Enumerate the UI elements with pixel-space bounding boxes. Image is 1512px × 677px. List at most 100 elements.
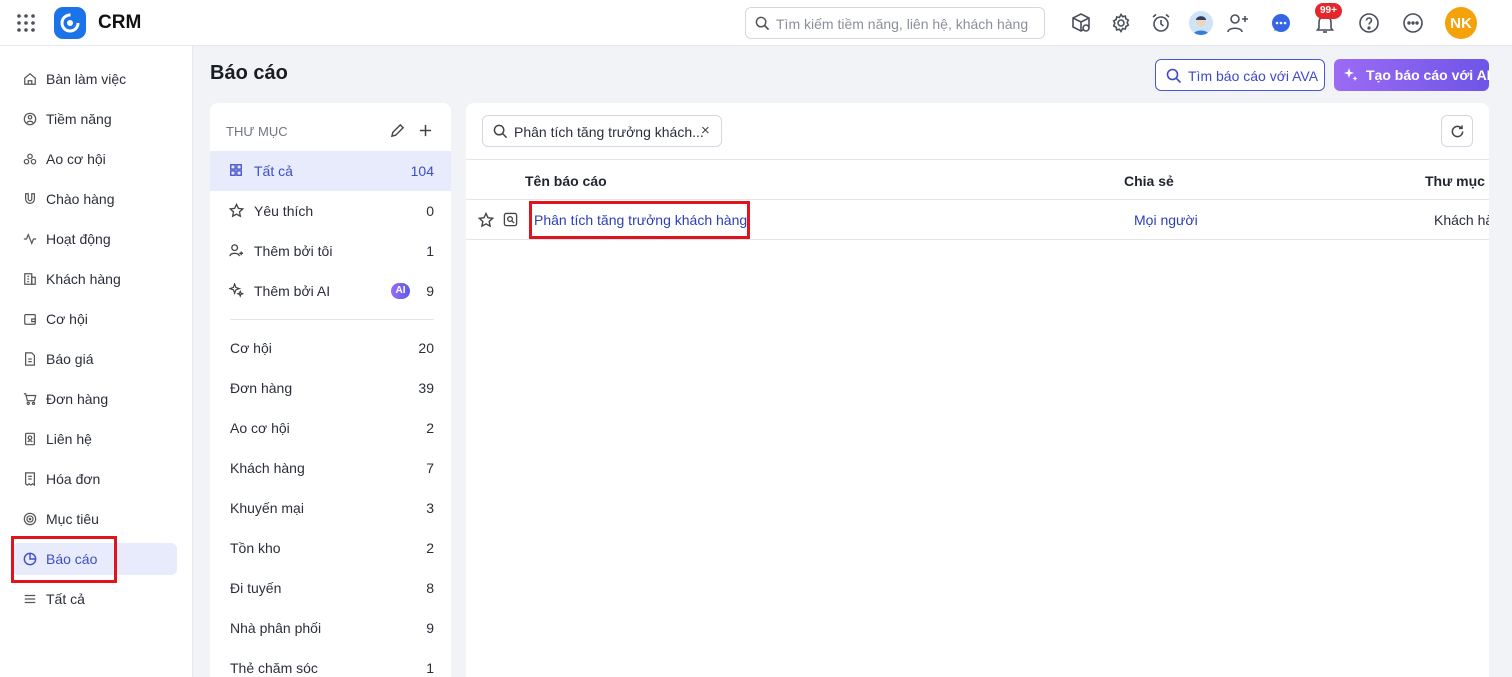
sidebar-item-activities[interactable]: Hoạt động <box>12 223 177 255</box>
sidebar-item-contacts[interactable]: Liên hệ <box>12 423 177 455</box>
report-search-filter[interactable]: Phân tích tăng trưởng khách... × <box>482 115 722 147</box>
report-share-link[interactable]: Mọi người <box>1134 212 1198 228</box>
column-header-share[interactable]: Chia sẻ <box>1124 173 1174 189</box>
sidebar-item-customers[interactable]: Khách hàng <box>12 263 177 295</box>
folder-count: 104 <box>410 163 434 179</box>
folder-item-added-by-ai[interactable]: Thêm bởi AI AI 9 <box>210 271 451 311</box>
notification-badge: 99+ <box>1315 3 1342 19</box>
sidebar-item-all[interactable]: Tất cả <box>12 583 177 615</box>
folder-label: Khuyến mại <box>230 500 304 516</box>
package-search-icon[interactable] <box>1069 11 1093 35</box>
folder-label: Ao cơ hội <box>230 420 290 436</box>
target-icon <box>23 512 37 526</box>
pool-icon <box>23 153 37 165</box>
menu-icon <box>24 594 36 604</box>
sidebar-item-label: Ao cơ hội <box>46 151 106 167</box>
ava-button-label: Tìm báo cáo với AVA <box>1188 68 1319 84</box>
apps-grid-icon[interactable] <box>16 13 36 33</box>
folder-label: Khách hàng <box>230 460 305 476</box>
table-header: Tên báo cáo Chia sẻ Thư mục <box>466 159 1489 200</box>
folder-item[interactable]: Đi tuyến 8 <box>210 568 451 608</box>
more-options-icon[interactable] <box>1401 11 1425 35</box>
folder-item[interactable]: Tồn kho 2 <box>210 528 451 568</box>
assistant-avatar-icon[interactable] <box>1189 11 1213 35</box>
folder-label: Thêm bởi tôi <box>254 243 333 259</box>
folder-item[interactable]: Đơn hàng 39 <box>210 368 451 408</box>
folder-count: 2 <box>426 540 434 556</box>
lead-icon <box>23 112 37 126</box>
sidebar-item-opportunities[interactable]: Cơ hội <box>12 303 177 335</box>
sidebar-item-label: Đơn hàng <box>46 391 109 407</box>
magnet-icon <box>25 193 35 204</box>
column-header-name[interactable]: Tên báo cáo <box>525 173 607 189</box>
sidebar-item-leads[interactable]: Tiềm năng <box>12 103 177 135</box>
find-report-ava-button[interactable]: Tìm báo cáo với AVA <box>1155 59 1325 91</box>
sidebar-item-label: Cơ hội <box>46 311 88 327</box>
crm-logo-icon[interactable] <box>54 7 86 39</box>
star-icon <box>229 203 244 218</box>
sidebar-item-label: Khách hàng <box>46 271 121 287</box>
invoice-icon <box>25 472 35 486</box>
folder-item[interactable]: Ao cơ hội 2 <box>210 408 451 448</box>
cart-icon <box>23 393 37 406</box>
folder-label: Đơn hàng <box>230 380 293 396</box>
folder-item-all[interactable]: Tất cả 104 <box>210 151 451 191</box>
sidebar-item-orders[interactable]: Đơn hàng <box>12 383 177 415</box>
sidebar-item-targets[interactable]: Mục tiêu <box>12 503 177 535</box>
sidebar-item-opportunity-pool[interactable]: Ao cơ hội <box>12 143 177 175</box>
sidebar-item-offers[interactable]: Chào hàng <box>12 183 177 215</box>
favorite-star-icon[interactable] <box>477 211 495 231</box>
top-bar: CRM 99+ NK <box>0 0 1512 46</box>
sidebar-item-workspace[interactable]: Bàn làm việc <box>12 63 177 95</box>
settings-gear-icon[interactable] <box>1109 11 1133 35</box>
folder-item-added-by-me[interactable]: Thêm bởi tôi 1 <box>210 231 451 271</box>
sidebar-item-label: Tiềm năng <box>46 111 112 127</box>
folder-label: Yêu thích <box>254 203 314 219</box>
folder-label: Cơ hội <box>230 340 272 356</box>
app-name: CRM <box>98 12 142 33</box>
folder-item[interactable]: Khách hàng 7 <box>210 448 451 488</box>
sidebar-item-label: Hóa đơn <box>46 471 101 487</box>
column-header-folder[interactable]: Thư mục <box>1425 173 1485 189</box>
refresh-icon <box>1451 125 1464 138</box>
add-user-icon[interactable] <box>1226 11 1250 35</box>
global-search[interactable] <box>745 7 1045 39</box>
search-input[interactable] <box>776 14 1038 34</box>
clear-filter-icon[interactable]: × <box>701 122 710 139</box>
chat-icon[interactable] <box>1269 11 1293 35</box>
sidebar-item-label: Báo giá <box>46 351 94 367</box>
sidebar-item-label: Chào hàng <box>46 191 115 207</box>
sidebar-item-label: Mục tiêu <box>46 511 99 527</box>
refresh-button[interactable] <box>1441 115 1473 147</box>
alarm-clock-icon[interactable] <box>1149 11 1173 35</box>
help-icon[interactable] <box>1357 11 1381 35</box>
folder-item[interactable]: Thẻ chăm sóc 1 <box>210 648 451 677</box>
edit-pencil-icon[interactable] <box>390 123 406 139</box>
sidebar-item-quotes[interactable]: Báo giá <box>12 343 177 375</box>
add-folder-plus-icon[interactable] <box>418 123 434 139</box>
folder-heading: THƯ MỤC <box>226 124 288 139</box>
folder-count: 9 <box>426 283 434 299</box>
folder-item-favorites[interactable]: Yêu thích 0 <box>210 191 451 231</box>
sidebar-item-label: Liên hệ <box>46 431 92 447</box>
folder-count: 20 <box>418 340 434 356</box>
home-icon <box>24 72 36 85</box>
sparkle-icon <box>1344 68 1358 81</box>
folder-item[interactable]: Cơ hội 20 <box>210 328 451 368</box>
folder-label: Thẻ chăm sóc <box>230 660 318 676</box>
folder-item[interactable]: Nhà phân phối 9 <box>210 608 451 648</box>
highlight-box-reports <box>11 536 117 583</box>
folder-count: 2 <box>426 420 434 436</box>
sidebar-item-label: Tất cả <box>46 591 85 607</box>
sparkle-icon <box>229 283 244 298</box>
search-icon <box>755 16 770 31</box>
search-icon <box>493 124 508 139</box>
sidebar-item-invoices[interactable]: Hóa đơn <box>12 463 177 495</box>
report-folder: Khách hà <box>1434 212 1489 228</box>
create-report-ai-button[interactable]: Tạo báo cáo với AI <box>1334 59 1491 91</box>
highlight-box-report-name <box>529 201 750 239</box>
report-preview-icon[interactable] <box>503 212 518 230</box>
user-avatar[interactable]: NK <box>1445 7 1477 39</box>
folder-item[interactable]: Khuyến mại 3 <box>210 488 451 528</box>
folder-count: 1 <box>426 660 434 676</box>
